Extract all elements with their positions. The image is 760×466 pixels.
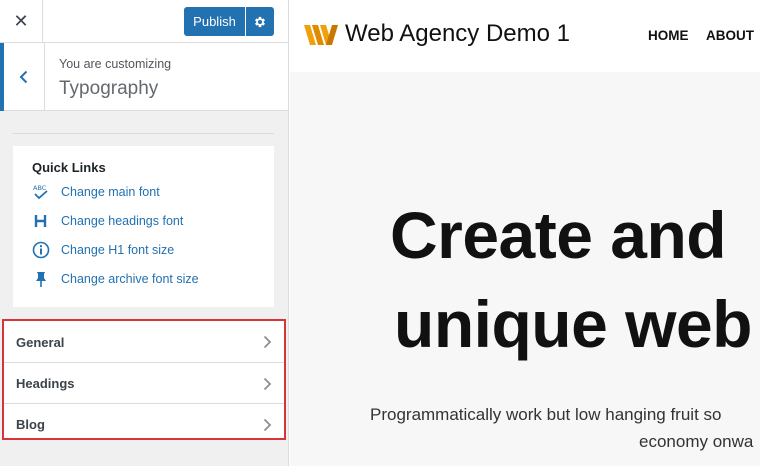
settings-item-blog[interactable]: Blog: [4, 403, 284, 445]
customizer-topbar: ✕ Publish: [0, 0, 288, 43]
quick-link-label: Change main font: [61, 185, 160, 199]
quick-link-h1-size[interactable]: Change H1 font size: [32, 240, 174, 260]
quick-link-headings-font[interactable]: Change headings font: [32, 211, 183, 231]
quick-links-title: Quick Links: [32, 160, 106, 175]
publish-button[interactable]: Publish: [184, 7, 245, 36]
chevron-right-icon: [263, 377, 272, 390]
info-icon: [32, 241, 50, 259]
quick-links-panel: Quick Links ABC Change main font Change …: [13, 146, 274, 307]
pin-icon: [32, 270, 50, 288]
typography-settings-list: General Headings Blog: [2, 319, 286, 440]
hero-subtitle-line-2: economy onwa: [639, 432, 754, 451]
site-logo-icon: [304, 25, 338, 45]
close-button[interactable]: ✕: [0, 0, 43, 43]
customizer-sidebar: ✕ Publish You are customizing Typography…: [0, 0, 289, 466]
nav-item-about[interactable]: ABOUT: [706, 28, 754, 43]
quick-link-label: Change archive font size: [61, 272, 199, 286]
quick-link-label: Change headings font: [61, 214, 184, 228]
publish-settings-button[interactable]: [246, 7, 274, 36]
quick-link-main-font[interactable]: ABC Change main font: [32, 182, 160, 202]
gear-icon: [255, 16, 265, 27]
quick-link-label: Change H1 font size: [61, 243, 175, 257]
quick-link-archive-size[interactable]: Change archive font size: [32, 269, 199, 289]
hero-heading-line-1: Create and: [390, 198, 727, 272]
customizing-label: You are customizing: [59, 57, 172, 71]
chevron-right-icon: [263, 335, 272, 349]
hero-heading-line-2: unique web: [394, 287, 753, 361]
customize-section-header: You are customizing Typography: [0, 43, 288, 111]
nav-item-home[interactable]: HOME: [648, 28, 689, 43]
site-name[interactable]: Web Agency Demo 1: [345, 20, 570, 48]
settings-item-label: General: [16, 334, 65, 350]
svg-text:ABC: ABC: [33, 184, 47, 192]
spellcheck-icon: ABC: [32, 183, 50, 201]
chevron-left-icon: [19, 70, 28, 84]
settings-item-label: Headings: [16, 376, 75, 391]
section-title: Typography: [59, 78, 159, 99]
chevron-right-icon: [263, 418, 272, 431]
settings-item-headings[interactable]: Headings: [4, 362, 284, 404]
back-button[interactable]: [0, 43, 45, 111]
heading-icon: [32, 212, 50, 230]
site-header: Web Agency Demo 1 HOME ABOUT: [290, 0, 760, 72]
settings-item-label: Blog: [16, 417, 45, 432]
close-icon: ✕: [13, 11, 29, 31]
site-preview: Web Agency Demo 1 HOME ABOUT Create and …: [290, 0, 760, 466]
divider: [12, 133, 274, 134]
settings-item-general[interactable]: General: [4, 321, 284, 363]
hero-subtitle-line-1: Programmatically work but low hanging fr…: [370, 405, 722, 424]
